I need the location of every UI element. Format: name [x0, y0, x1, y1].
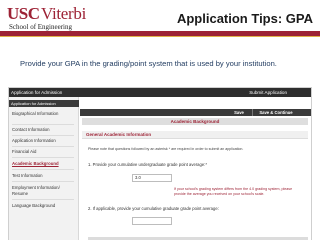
action-divider — [252, 109, 253, 116]
grad-gpa-input[interactable] — [132, 217, 172, 225]
save-button[interactable]: Save — [229, 110, 249, 115]
application-screenshot: Application for Admission Submit Applica… — [8, 87, 312, 240]
sidebar-divider — [12, 169, 74, 170]
sidebar-item-financial-aid[interactable]: Financial Aid — [12, 149, 76, 155]
sidebar-item-application[interactable]: Application Information — [12, 138, 76, 144]
sidebar-item-test[interactable]: Test Information — [12, 173, 76, 179]
page-title: Application Tips: GPA — [176, 11, 313, 26]
question-grad-gpa: 2. If applicable, provide your cumulativ… — [88, 206, 219, 211]
sidebar-divider — [12, 146, 74, 147]
sidebar-item-academic-background[interactable]: Academic Background — [12, 161, 76, 167]
sidebar-divider — [12, 124, 74, 125]
sidebar-divider — [12, 135, 74, 136]
sidebar-item-biographical[interactable]: Biographical Information — [12, 111, 76, 117]
sidebar-divider — [12, 199, 74, 200]
section-title: Academic Background — [170, 119, 220, 124]
title-rule-accent — [0, 36, 320, 37]
section-header: Academic Background — [82, 118, 308, 125]
required-note: Please note that questions followed by a… — [88, 147, 244, 151]
action-bar: Save Save & Continue — [80, 109, 311, 116]
sidebar-divider — [12, 157, 74, 158]
sidebar-divider — [12, 181, 74, 182]
subtitle: Provide your GPA in the grading/point sy… — [20, 59, 277, 68]
sidebar-item-language[interactable]: Language Background — [12, 203, 76, 209]
logo-usc: USC — [7, 4, 40, 23]
submit-application-link[interactable]: Submit Application — [249, 88, 287, 97]
app-topbar-title: Application for Admission — [11, 90, 63, 95]
sidebar-heading: Application for Admission — [9, 100, 79, 107]
save-continue-button[interactable]: Save & Continue — [256, 110, 296, 115]
undergrad-gpa-input[interactable]: 3.0 — [132, 174, 172, 182]
sidebar-item-employment[interactable]: Employment Information/ Resume — [12, 185, 76, 197]
app-topbar: Application for Admission Submit Applica… — [9, 88, 311, 97]
logo-viterbi: Viterbi — [41, 4, 87, 23]
question-undergrad-gpa: 1. Provide your cumulative undergraduate… — [88, 162, 207, 167]
subsection-title: General Academic Information — [86, 132, 152, 137]
sidebar-heading-label: Application for Admission — [11, 101, 56, 106]
subsection-header: General Academic Information — [82, 131, 308, 139]
sidebar-item-contact[interactable]: Contact Information — [12, 127, 76, 133]
app-sidebar: Application for Admission Biographical I… — [9, 97, 79, 240]
gpa-scale-hint: If your school's grading system differs … — [174, 187, 293, 196]
app-main: Save Save & Continue Academic Background… — [80, 97, 311, 240]
